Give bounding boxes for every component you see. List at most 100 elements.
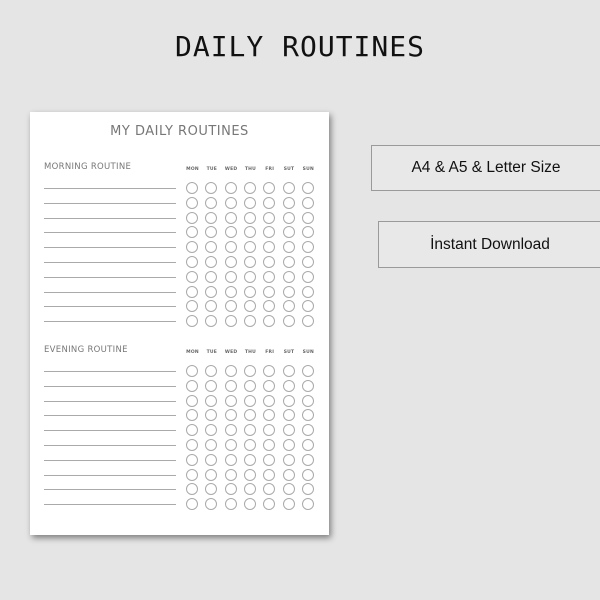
checkbox-circle[interactable] bbox=[282, 182, 295, 194]
checkbox-circle[interactable] bbox=[282, 315, 295, 328]
checkbox-circle[interactable] bbox=[282, 241, 295, 254]
checkbox-circle[interactable] bbox=[205, 315, 218, 328]
checkbox-circle[interactable] bbox=[186, 241, 198, 254]
routine-entry-line[interactable] bbox=[44, 445, 176, 446]
checkbox-circle[interactable] bbox=[243, 365, 256, 377]
checkbox-circle[interactable] bbox=[224, 285, 237, 298]
routine-entry-line[interactable] bbox=[44, 232, 176, 234]
checkbox-circle[interactable] bbox=[263, 409, 276, 422]
checkbox-circle[interactable] bbox=[263, 226, 276, 239]
checkbox-circle[interactable] bbox=[224, 270, 237, 283]
checkbox-circle[interactable] bbox=[282, 226, 295, 239]
checkbox-circle[interactable] bbox=[301, 241, 314, 254]
checkbox-circle[interactable] bbox=[301, 468, 314, 481]
checkbox-circle[interactable] bbox=[224, 196, 237, 209]
checkbox-circle[interactable] bbox=[186, 270, 198, 283]
checkbox-circle[interactable] bbox=[263, 241, 276, 254]
checkbox-circle[interactable] bbox=[282, 211, 295, 224]
checkbox-circle[interactable] bbox=[224, 226, 237, 239]
checkbox-circle[interactable] bbox=[186, 211, 198, 224]
checkbox-circle[interactable] bbox=[186, 424, 198, 437]
checkbox-circle[interactable] bbox=[263, 256, 276, 268]
checkbox-circle[interactable] bbox=[205, 424, 218, 437]
checkbox-circle[interactable] bbox=[186, 498, 198, 511]
checkbox-circle[interactable] bbox=[224, 424, 237, 437]
checkbox-circle[interactable] bbox=[224, 468, 237, 481]
checkbox-circle[interactable] bbox=[186, 285, 198, 298]
checkbox-circle[interactable] bbox=[263, 483, 276, 496]
checkbox-circle[interactable] bbox=[301, 424, 314, 437]
checkbox-circle[interactable] bbox=[282, 270, 295, 283]
checkbox-circle[interactable] bbox=[186, 394, 198, 407]
checkbox-circle[interactable] bbox=[301, 270, 314, 283]
checkbox-circle[interactable] bbox=[205, 468, 218, 481]
checkbox-circle[interactable] bbox=[205, 498, 218, 511]
checkbox-circle[interactable] bbox=[186, 439, 198, 451]
checkbox-circle[interactable] bbox=[301, 285, 314, 298]
checkbox-circle[interactable] bbox=[243, 424, 256, 437]
checkbox-circle[interactable] bbox=[186, 226, 198, 239]
checkbox-circle[interactable] bbox=[301, 498, 314, 511]
checkbox-circle[interactable] bbox=[282, 483, 295, 496]
checkbox-circle[interactable] bbox=[301, 315, 314, 328]
checkbox-circle[interactable] bbox=[263, 300, 276, 313]
checkbox-circle[interactable] bbox=[243, 409, 256, 422]
checkbox-circle[interactable] bbox=[186, 256, 198, 268]
checkbox-circle[interactable] bbox=[243, 498, 256, 511]
checkbox-circle[interactable] bbox=[186, 365, 198, 377]
routine-entry-line[interactable] bbox=[44, 430, 176, 432]
checkbox-circle[interactable] bbox=[301, 182, 314, 194]
routine-entry-line[interactable] bbox=[44, 459, 176, 461]
routine-entry-line[interactable] bbox=[44, 202, 176, 204]
checkbox-circle[interactable] bbox=[263, 182, 276, 194]
checkbox-circle[interactable] bbox=[282, 498, 295, 511]
checkbox-circle[interactable] bbox=[186, 483, 198, 496]
checkbox-circle[interactable] bbox=[282, 394, 295, 407]
checkbox-circle[interactable] bbox=[263, 365, 276, 377]
checkbox-circle[interactable] bbox=[243, 483, 256, 496]
routine-entry-line[interactable] bbox=[44, 188, 176, 189]
checkbox-circle[interactable] bbox=[301, 256, 314, 268]
checkbox-circle[interactable] bbox=[282, 424, 295, 437]
checkbox-circle[interactable] bbox=[282, 256, 295, 268]
checkbox-circle[interactable] bbox=[301, 300, 314, 313]
routine-entry-line[interactable] bbox=[44, 306, 176, 308]
checkbox-circle[interactable] bbox=[224, 256, 237, 268]
checkbox-circle[interactable] bbox=[263, 285, 276, 298]
checkbox-circle[interactable] bbox=[263, 498, 276, 511]
checkbox-circle[interactable] bbox=[243, 439, 256, 451]
checkbox-circle[interactable] bbox=[301, 365, 314, 377]
checkbox-circle[interactable] bbox=[243, 379, 256, 392]
checkbox-circle[interactable] bbox=[263, 379, 276, 392]
checkbox-circle[interactable] bbox=[224, 300, 237, 313]
checkbox-circle[interactable] bbox=[243, 394, 256, 407]
checkbox-circle[interactable] bbox=[243, 453, 256, 466]
checkbox-circle[interactable] bbox=[224, 379, 237, 392]
checkbox-circle[interactable] bbox=[205, 379, 218, 392]
checkbox-circle[interactable] bbox=[263, 270, 276, 283]
routine-entry-line[interactable] bbox=[44, 385, 176, 387]
checkbox-circle[interactable] bbox=[301, 483, 314, 496]
checkbox-circle[interactable] bbox=[301, 211, 314, 224]
checkbox-circle[interactable] bbox=[243, 468, 256, 481]
routine-entry-line[interactable] bbox=[44, 415, 176, 417]
checkbox-circle[interactable] bbox=[186, 453, 198, 466]
checkbox-circle[interactable] bbox=[186, 468, 198, 481]
checkbox-circle[interactable] bbox=[224, 409, 237, 422]
checkbox-circle[interactable] bbox=[243, 256, 256, 268]
checkbox-circle[interactable] bbox=[205, 196, 218, 209]
checkbox-circle[interactable] bbox=[243, 285, 256, 298]
routine-entry-line[interactable] bbox=[44, 262, 176, 263]
checkbox-circle[interactable] bbox=[224, 365, 237, 377]
checkbox-circle[interactable] bbox=[205, 256, 218, 268]
checkbox-circle[interactable] bbox=[243, 315, 256, 328]
checkbox-circle[interactable] bbox=[301, 196, 314, 209]
checkbox-circle[interactable] bbox=[224, 211, 237, 224]
checkbox-circle[interactable] bbox=[243, 226, 256, 239]
checkbox-circle[interactable] bbox=[205, 226, 218, 239]
checkbox-circle[interactable] bbox=[186, 379, 198, 392]
checkbox-circle[interactable] bbox=[205, 394, 218, 407]
checkbox-circle[interactable] bbox=[224, 439, 237, 451]
checkbox-circle[interactable] bbox=[263, 424, 276, 437]
checkbox-circle[interactable] bbox=[282, 453, 295, 466]
